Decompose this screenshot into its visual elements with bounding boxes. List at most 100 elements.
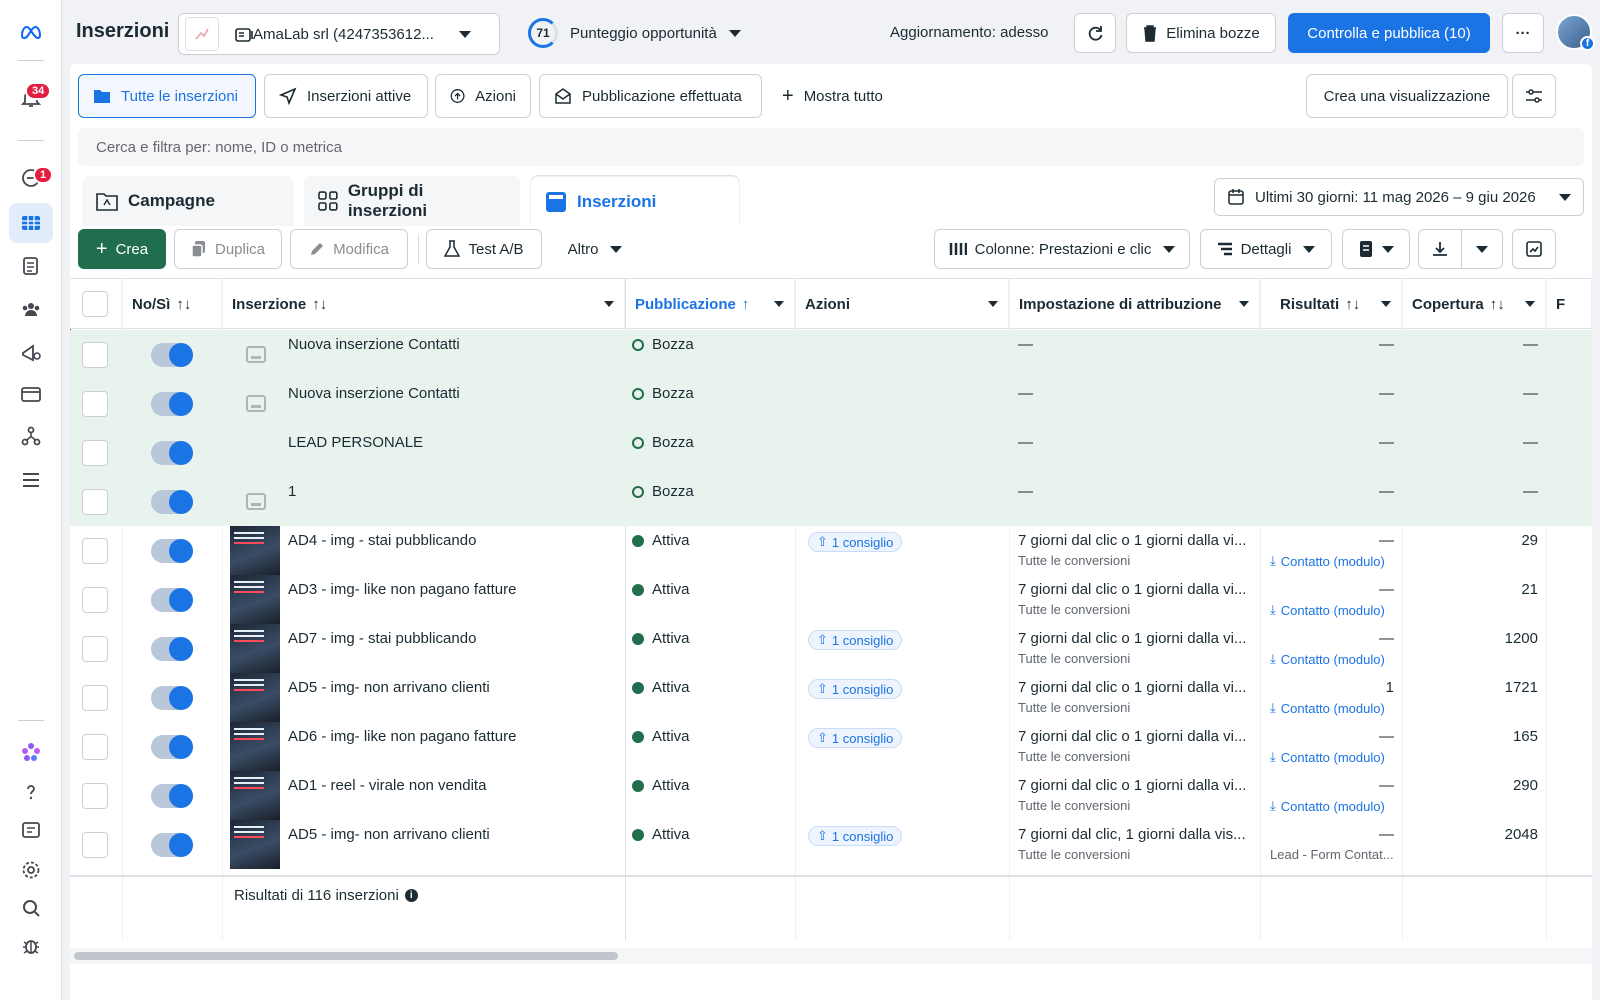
row-toggle[interactable]	[151, 686, 193, 710]
row-toggle[interactable]	[151, 539, 193, 563]
ab-test-button[interactable]: Test A/B	[426, 229, 542, 269]
recommendation-badge[interactable]: ⇧ 1 consiglio	[808, 532, 903, 552]
select-all-checkbox[interactable]	[82, 291, 108, 317]
row-checkbox[interactable]	[82, 587, 108, 613]
ad-name[interactable]: LEAD PERSONALE	[288, 434, 423, 451]
billing-card-icon[interactable]	[9, 374, 53, 414]
row-checkbox[interactable]	[82, 734, 108, 760]
export-dropdown[interactable]	[1461, 229, 1503, 269]
delete-drafts-button[interactable]: Elimina bozze	[1126, 13, 1276, 53]
row-checkbox[interactable]	[82, 440, 108, 466]
info-icon[interactable]: i	[404, 889, 418, 902]
recommendation-badge[interactable]: ⇧ 1 consiglio	[808, 826, 903, 846]
header-delivery[interactable]: Pubblicazione ↑	[625, 279, 795, 329]
ad-name[interactable]: AD3 - img- like non pagano fatture	[288, 581, 516, 598]
export-button[interactable]	[1418, 229, 1462, 269]
tab-ads[interactable]: Inserzioni	[530, 176, 740, 226]
row-toggle[interactable]	[151, 833, 193, 857]
header-ad-name[interactable]: Inserzione ↑↓	[222, 279, 625, 329]
ad-name[interactable]: Nuova inserzione Contatti	[288, 385, 460, 402]
row-toggle[interactable]	[151, 441, 193, 465]
table-row[interactable]: Nuova inserzione Contatti Bozza — — —	[70, 330, 1592, 379]
table-row[interactable]: LEAD PERSONALE Bozza — — —	[70, 428, 1592, 477]
table-row[interactable]: 1 Bozza — — —	[70, 477, 1592, 526]
review-publish-button[interactable]: Controlla e pubblica (10)	[1288, 13, 1490, 53]
row-toggle[interactable]	[151, 343, 193, 367]
search-filter-input[interactable]: Cerca e filtra per: nome, ID o metrica	[78, 128, 1584, 166]
view-published[interactable]: Pubblicazione effettuata	[539, 74, 762, 118]
table-row[interactable]: AD4 - img - stai pubblicando Attiva ⇧ 1 c…	[70, 526, 1592, 575]
row-toggle[interactable]	[151, 637, 193, 661]
campaign-settings-icon[interactable]	[9, 331, 53, 371]
row-checkbox[interactable]	[82, 832, 108, 858]
table-row[interactable]: AD5 - img- non arrivano clienti Attiva ⇧…	[70, 820, 1592, 869]
ad-name[interactable]: AD5 - img- non arrivano clienti	[288, 679, 490, 696]
reports-dropdown[interactable]	[1342, 229, 1410, 269]
more-options-button[interactable]: ···	[1502, 13, 1544, 53]
ad-name[interactable]: AD1 - reel - virale non vendita	[288, 777, 486, 794]
reports-icon[interactable]	[9, 246, 53, 286]
search-icon[interactable]	[9, 888, 53, 928]
more-actions-dropdown[interactable]: Altro	[550, 229, 640, 269]
charts-toggle-button[interactable]	[1512, 229, 1556, 269]
create-button[interactable]: + Crea	[78, 229, 166, 269]
row-toggle[interactable]	[151, 784, 193, 808]
row-checkbox[interactable]	[82, 538, 108, 564]
ad-name[interactable]: AD4 - img - stai pubblicando	[288, 532, 476, 549]
row-checkbox[interactable]	[82, 391, 108, 417]
create-view-button[interactable]: Crea una visualizzazione	[1306, 74, 1508, 118]
view-actions[interactable]: Azioni	[435, 74, 531, 118]
recommendation-badge[interactable]: ⇧ 1 consiglio	[808, 679, 903, 699]
date-range-picker[interactable]: Ultimi 30 giorni: 11 mag 2026 – 9 giu 20…	[1214, 178, 1584, 216]
ad-name[interactable]: 1	[288, 483, 296, 500]
header-results[interactable]: Risultati ↑↓	[1260, 279, 1402, 329]
columns-dropdown[interactable]: Colonne: Prestazioni e clic	[934, 229, 1190, 269]
audiences-icon[interactable]	[9, 289, 53, 329]
row-checkbox[interactable]	[82, 783, 108, 809]
header-onoff[interactable]: No/Sì ↑↓	[122, 279, 222, 329]
horizontal-scrollbar[interactable]	[74, 952, 618, 960]
recommendation-badge[interactable]: ⇧ 1 consiglio	[808, 630, 903, 650]
ad-account-selector[interactable]: AmaLab srl (4247353612...	[178, 13, 500, 55]
duplicate-button[interactable]: Duplica	[174, 229, 282, 269]
header-reach[interactable]: Copertura ↑↓	[1402, 279, 1546, 329]
recommendation-badge[interactable]: ⇧ 1 consiglio	[808, 728, 903, 748]
documentation-icon[interactable]	[9, 810, 53, 850]
row-checkbox[interactable]	[82, 685, 108, 711]
row-toggle[interactable]	[151, 588, 193, 612]
all-tools-menu-icon[interactable]	[9, 460, 53, 500]
meta-ai-flower-icon[interactable]	[9, 732, 53, 772]
ad-name[interactable]: AD6 - img- like non pagano fatture	[288, 728, 516, 745]
show-all-views-button[interactable]: + Mostra tutto	[782, 74, 883, 118]
view-settings-button[interactable]	[1512, 74, 1556, 118]
row-checkbox[interactable]	[82, 489, 108, 515]
row-toggle[interactable]	[151, 735, 193, 759]
help-question-icon[interactable]	[9, 772, 53, 812]
view-all-ads[interactable]: Tutte le inserzioni	[78, 74, 256, 118]
edit-button[interactable]: Modifica	[290, 229, 408, 269]
ads-manager-table-icon[interactable]	[9, 203, 53, 243]
row-checkbox[interactable]	[82, 342, 108, 368]
header-next-column[interactable]: F	[1546, 279, 1592, 329]
table-row[interactable]: AD1 - reel - virale non vendita Attiva 7…	[70, 771, 1592, 820]
ad-name[interactable]: AD7 - img - stai pubblicando	[288, 630, 476, 647]
settings-gear-icon[interactable]	[9, 850, 53, 890]
header-attribution[interactable]: Impostazione di attribuzione	[1009, 279, 1260, 329]
ad-name[interactable]: Nuova inserzione Contatti	[288, 336, 460, 353]
report-bug-icon[interactable]	[9, 926, 53, 966]
header-actions[interactable]: Azioni	[795, 279, 1009, 329]
tab-campaigns[interactable]: Campagne	[82, 176, 294, 226]
opportunity-score[interactable]: 71 Punteggio opportunità	[528, 18, 741, 48]
table-row[interactable]: AD3 - img- like non pagano fatture Attiv…	[70, 575, 1592, 624]
row-checkbox[interactable]	[82, 636, 108, 662]
table-row[interactable]: AD7 - img - stai pubblicando Attiva ⇧ 1 c…	[70, 624, 1592, 673]
row-toggle[interactable]	[151, 490, 193, 514]
refresh-button[interactable]	[1074, 13, 1116, 53]
breakdown-dropdown[interactable]: Dettagli	[1200, 229, 1332, 269]
view-active-ads[interactable]: Inserzioni attive	[264, 74, 428, 118]
row-toggle[interactable]	[151, 392, 193, 416]
table-row[interactable]: AD6 - img- like non pagano fatture Attiv…	[70, 722, 1592, 771]
events-manager-icon[interactable]	[9, 416, 53, 456]
table-row[interactable]: AD5 - img- non arrivano clienti Attiva ⇧…	[70, 673, 1592, 722]
table-row[interactable]: Nuova inserzione Contatti Bozza — — —	[70, 379, 1592, 428]
